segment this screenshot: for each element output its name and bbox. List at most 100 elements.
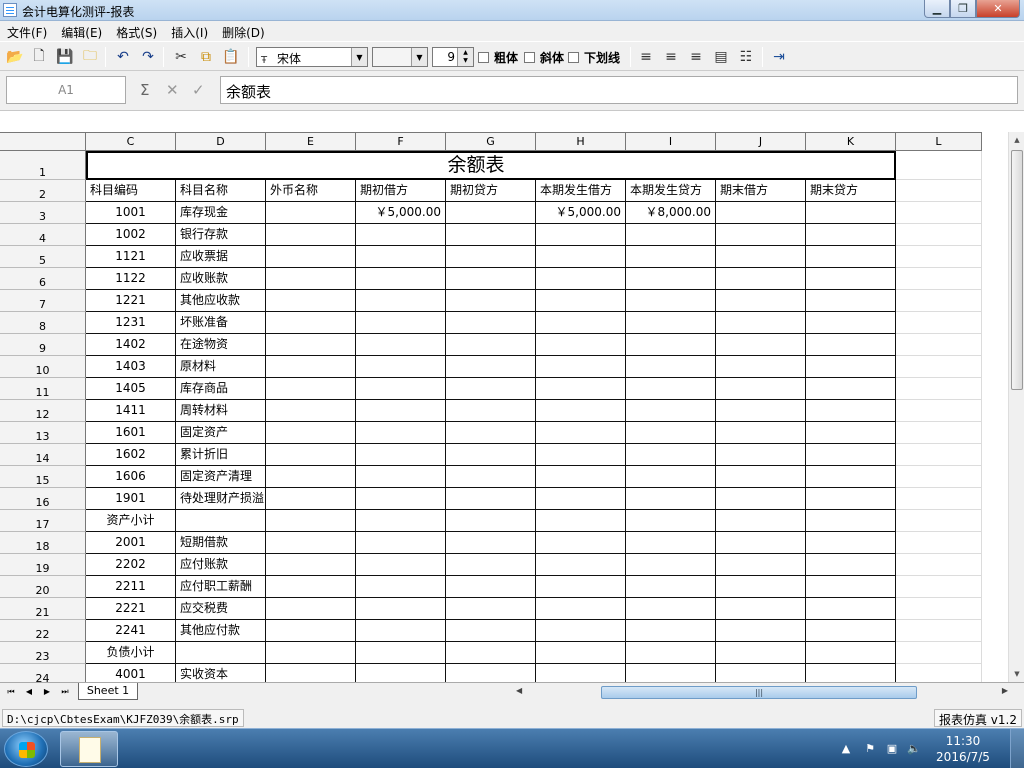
folder-icon[interactable]: 🗀 — [80, 47, 100, 67]
row-header[interactable]: 1 — [0, 151, 86, 180]
table-cell[interactable] — [626, 356, 716, 378]
table-cell[interactable] — [626, 664, 716, 682]
table-cell[interactable] — [626, 554, 716, 576]
table-cell[interactable] — [806, 334, 896, 356]
table-cell[interactable] — [716, 290, 806, 312]
table-cell[interactable] — [266, 400, 356, 422]
table-cell[interactable]: ￥5,000.00 — [536, 202, 626, 224]
table-cell[interactable] — [806, 290, 896, 312]
table-cell[interactable]: 本期发生借方 — [536, 180, 626, 202]
row-header[interactable]: 21 — [0, 598, 86, 620]
table-cell[interactable] — [266, 312, 356, 334]
table-cell[interactable] — [266, 356, 356, 378]
table-cell[interactable]: 2211 — [86, 576, 176, 598]
table-cell[interactable] — [266, 202, 356, 224]
table-cell[interactable] — [536, 576, 626, 598]
table-cell[interactable] — [716, 488, 806, 510]
table-cell[interactable] — [446, 334, 536, 356]
table-cell[interactable] — [626, 466, 716, 488]
table-cell[interactable] — [626, 510, 716, 532]
row-header[interactable]: 2 — [0, 180, 86, 202]
table-cell[interactable] — [446, 664, 536, 682]
table-cell[interactable] — [266, 422, 356, 444]
row-header[interactable]: 10 — [0, 356, 86, 378]
table-cell[interactable]: 负债小计 — [86, 642, 176, 664]
sheet-tab[interactable]: Sheet 1 — [78, 683, 138, 700]
table-cell[interactable] — [536, 400, 626, 422]
exit-icon[interactable]: ⇥ — [769, 47, 789, 67]
table-cell[interactable] — [536, 224, 626, 246]
table-cell[interactable] — [536, 378, 626, 400]
table-cell[interactable] — [716, 576, 806, 598]
table-cell[interactable] — [266, 532, 356, 554]
close-button[interactable]: ✕ — [976, 0, 1020, 18]
table-cell[interactable] — [716, 664, 806, 682]
clock[interactable]: 11:30 2016/7/5 — [928, 733, 998, 765]
table-cell[interactable] — [626, 620, 716, 642]
row-header[interactable]: 12 — [0, 400, 86, 422]
table-cell[interactable]: 科目编码 — [86, 180, 176, 202]
table-cell[interactable] — [266, 290, 356, 312]
table-cell[interactable] — [626, 576, 716, 598]
table-cell[interactable] — [536, 356, 626, 378]
column-header-E[interactable]: E — [266, 132, 356, 151]
row-header[interactable]: 18 — [0, 532, 86, 554]
table-cell[interactable] — [536, 598, 626, 620]
table-cell[interactable] — [536, 268, 626, 290]
table-cell[interactable] — [536, 312, 626, 334]
table-cell[interactable]: 短期借款 — [176, 532, 266, 554]
table-cell[interactable] — [806, 664, 896, 682]
next-sheet-icon[interactable]: ▶ — [40, 685, 54, 699]
table-cell[interactable]: 1002 — [86, 224, 176, 246]
last-sheet-icon[interactable]: ⏭ — [58, 685, 72, 699]
table-cell[interactable] — [266, 576, 356, 598]
table-cell[interactable] — [626, 400, 716, 422]
table-cell[interactable] — [806, 312, 896, 334]
table-cell[interactable]: 其他应付款 — [176, 620, 266, 642]
table-cell[interactable] — [446, 444, 536, 466]
table-cell[interactable] — [446, 378, 536, 400]
table-cell[interactable]: 4001 — [86, 664, 176, 682]
scroll-right-icon[interactable]: ▶ — [1002, 686, 1008, 695]
table-cell[interactable] — [716, 444, 806, 466]
network-icon[interactable]: ▣ — [884, 742, 900, 756]
merge-cells-icon[interactable]: ▤ — [711, 47, 731, 67]
font-name-select[interactable]: Ŧ 宋体 ▼ — [256, 47, 368, 67]
table-cell[interactable]: 期末贷方 — [806, 180, 896, 202]
table-cell[interactable]: 1606 — [86, 466, 176, 488]
table-cell[interactable] — [356, 532, 446, 554]
row-header[interactable]: 23 — [0, 642, 86, 664]
table-cell[interactable] — [716, 312, 806, 334]
table-cell[interactable] — [806, 224, 896, 246]
column-header-J[interactable]: J — [716, 132, 806, 151]
table-cell[interactable] — [716, 466, 806, 488]
table-cell[interactable] — [536, 510, 626, 532]
table-cell[interactable] — [626, 642, 716, 664]
prev-sheet-icon[interactable]: ◀ — [22, 685, 36, 699]
table-cell[interactable] — [356, 290, 446, 312]
table-cell[interactable]: 1411 — [86, 400, 176, 422]
row-header[interactable]: 6 — [0, 268, 86, 290]
menu-edit[interactable]: 编辑(E) — [54, 21, 109, 41]
table-cell[interactable] — [266, 598, 356, 620]
sum-icon[interactable]: Σ — [140, 81, 149, 99]
table-cell[interactable] — [716, 224, 806, 246]
table-cell[interactable] — [356, 598, 446, 620]
row-header[interactable]: 14 — [0, 444, 86, 466]
table-cell[interactable] — [626, 532, 716, 554]
table-cell[interactable] — [266, 378, 356, 400]
table-cell[interactable] — [446, 224, 536, 246]
table-cell[interactable] — [446, 202, 536, 224]
formula-input[interactable]: 余额表 — [220, 76, 1018, 104]
table-cell[interactable] — [356, 246, 446, 268]
table-cell[interactable] — [716, 620, 806, 642]
show-desktop-button[interactable] — [1010, 729, 1024, 768]
table-cell[interactable]: 1231 — [86, 312, 176, 334]
table-cell[interactable] — [716, 202, 806, 224]
table-cell[interactable]: 其他应收款 — [176, 290, 266, 312]
table-cell[interactable] — [356, 224, 446, 246]
table-cell[interactable]: 1122 — [86, 268, 176, 290]
table-cell[interactable] — [266, 444, 356, 466]
underline-checkbox[interactable] — [568, 52, 579, 63]
table-cell[interactable]: 1602 — [86, 444, 176, 466]
